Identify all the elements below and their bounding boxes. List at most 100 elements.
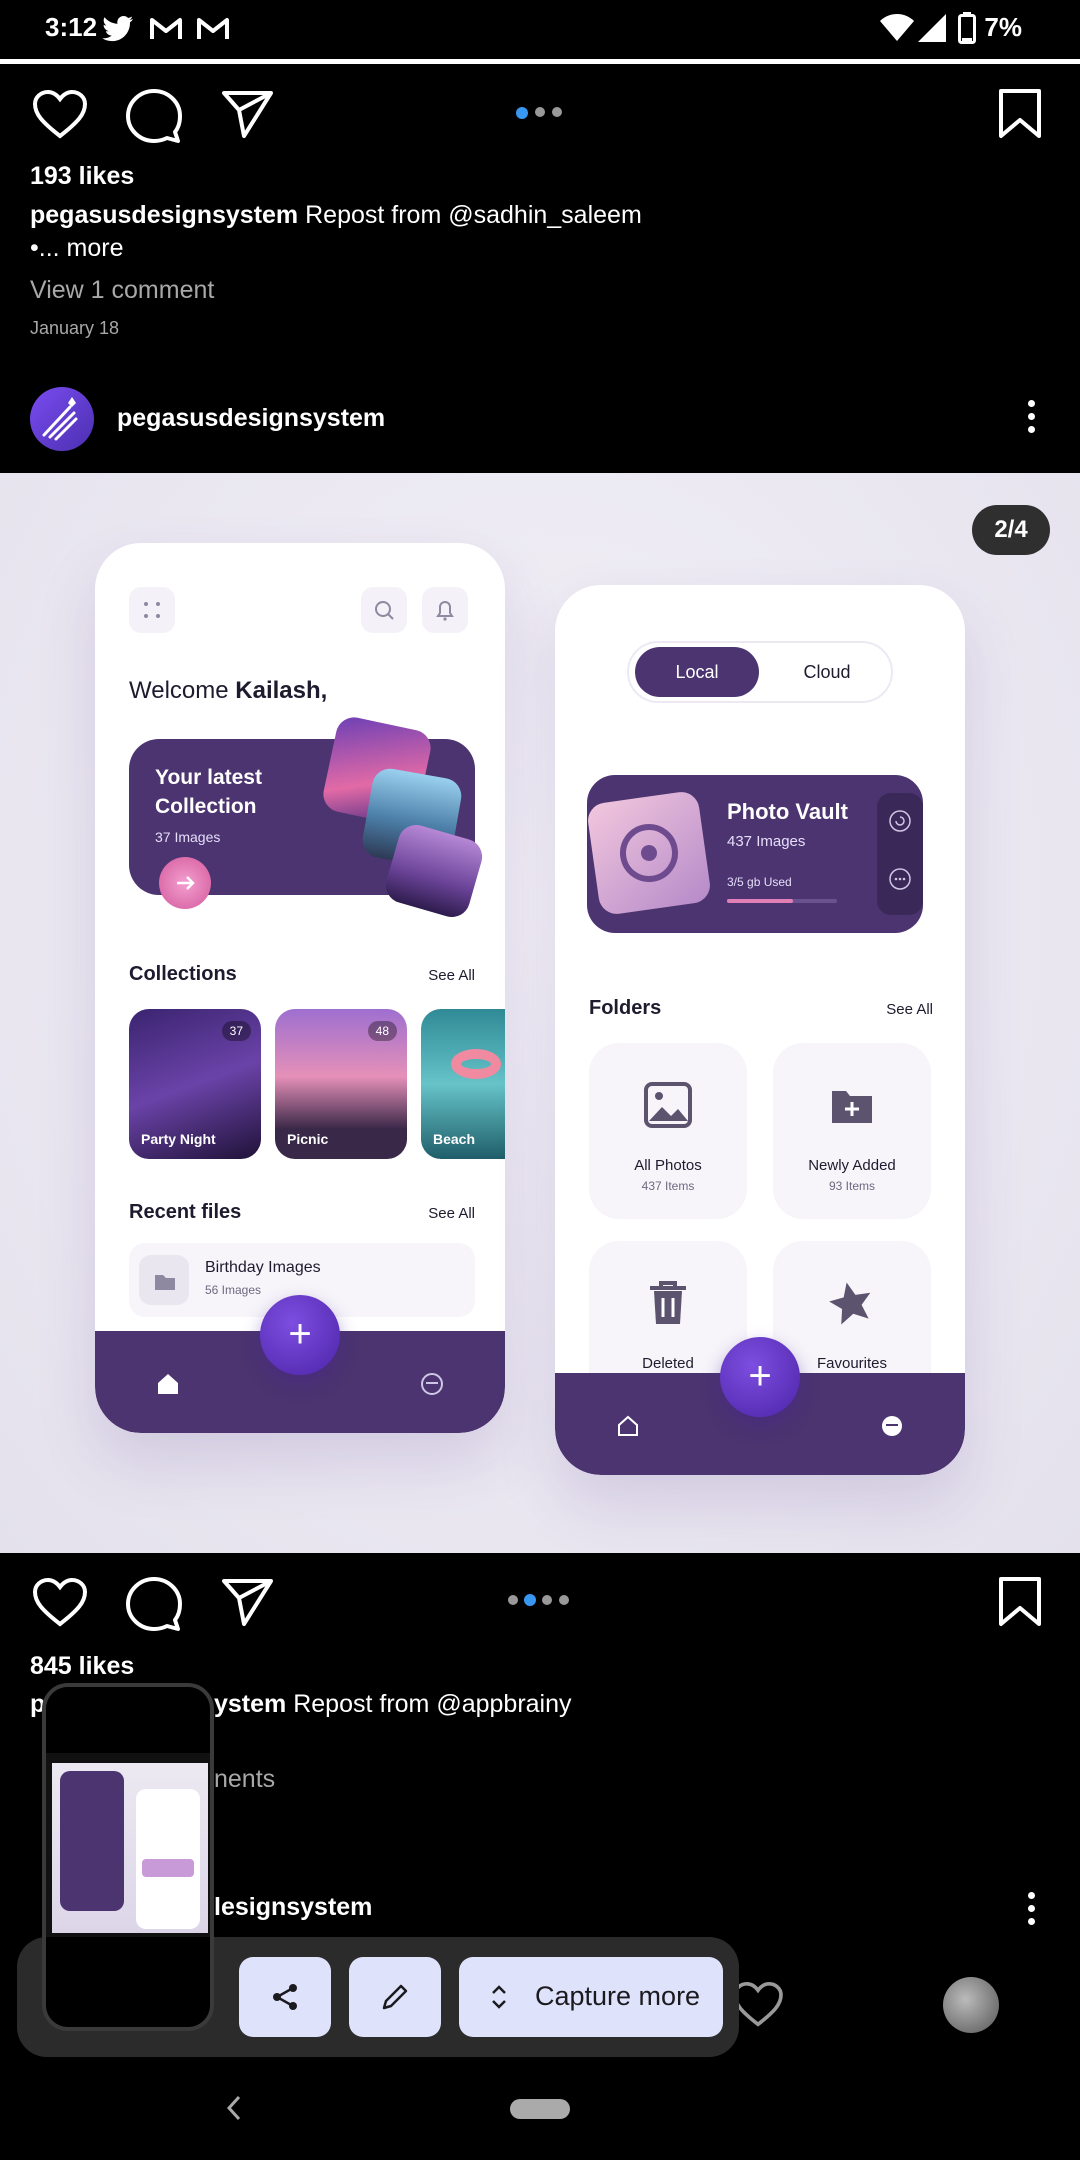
folder-add-icon xyxy=(832,1091,872,1123)
search-icon xyxy=(361,587,407,633)
refresh-icon xyxy=(889,810,911,832)
post-actions-bar xyxy=(0,1560,1080,1640)
view-comments-link[interactable]: nents xyxy=(214,1765,275,1794)
likes-count[interactable]: 845 likes xyxy=(30,1652,134,1681)
caption-text: Repost from @appbrainy xyxy=(293,1690,572,1718)
thumb-header xyxy=(46,1687,210,1753)
folder-tab-icon xyxy=(882,1416,902,1436)
pegasus-logo-icon xyxy=(42,397,78,441)
grid-menu-icon xyxy=(129,587,175,633)
post-author-row: pegasusdesignsystem xyxy=(0,374,1080,464)
welcome-text: Welcome Kailash, xyxy=(129,677,327,705)
comment-icon[interactable] xyxy=(126,88,182,144)
status-bar: 3:12 7% xyxy=(0,0,1080,58)
bookmark-icon[interactable] xyxy=(998,88,1042,140)
like-heart-icon[interactable] xyxy=(32,1578,88,1628)
more-options-icon[interactable] xyxy=(1028,1892,1036,1932)
comment-icon[interactable] xyxy=(126,1576,182,1632)
twitter-icon xyxy=(102,16,133,42)
carousel-dot xyxy=(535,107,545,117)
profile-avatar[interactable] xyxy=(943,1977,999,2033)
post-author-name[interactable]: pegasusdesignsystem xyxy=(117,404,385,433)
arrow-button-icon xyxy=(159,857,211,909)
folder-title: Newly Added xyxy=(808,1157,896,1174)
star-icon xyxy=(829,1282,871,1325)
vault-safe-icon xyxy=(585,789,713,917)
author-avatar[interactable] xyxy=(30,387,94,451)
folder-tab-icon xyxy=(421,1373,443,1395)
home-icon xyxy=(158,1374,178,1394)
thumb-footer xyxy=(46,1937,210,2027)
carousel-dot xyxy=(552,107,562,117)
caption-author[interactable]: pegasusdesignsystem xyxy=(30,201,298,229)
share-send-icon[interactable] xyxy=(222,90,274,138)
like-heart-icon[interactable] xyxy=(32,90,88,140)
expand-vertical-icon xyxy=(492,1985,506,2009)
image-icon xyxy=(644,1082,692,1128)
post-image[interactable]: 2/4 Welcome Kailash, Your latest Collect… xyxy=(0,473,1080,1553)
battery-icon xyxy=(958,12,976,44)
share-button[interactable] xyxy=(239,1957,331,2037)
recent-files-see-all: See All xyxy=(428,1205,475,1222)
recent-file-count: 56 Images xyxy=(205,1283,262,1297)
post-caption: pegasusdesignsystem Repost from @sadhin_… xyxy=(30,201,1030,230)
thumb-label: Beach xyxy=(433,1131,476,1147)
pencil-icon xyxy=(382,1984,408,2010)
collections-see-all: See All xyxy=(428,967,475,984)
thumb-label: Party Night xyxy=(141,1131,216,1147)
signal-icon xyxy=(918,14,946,42)
carousel-dot xyxy=(542,1595,552,1605)
share-icon xyxy=(273,1984,297,2010)
screenshot-thumbnail[interactable] xyxy=(42,1683,214,2031)
folders-see-all: See All xyxy=(886,1001,933,1018)
thumb-mock-phone xyxy=(60,1771,124,1911)
more-options-icon[interactable] xyxy=(1028,400,1036,440)
bookmark-icon[interactable] xyxy=(998,1576,1042,1628)
likes-count[interactable]: 193 likes xyxy=(30,162,134,191)
vault-usage-fill xyxy=(727,899,793,903)
vault-count: 437 Images xyxy=(727,833,806,850)
folder-sub: 93 Items xyxy=(828,1179,876,1193)
share-send-icon[interactable] xyxy=(222,1578,274,1626)
thumb-label: Picnic xyxy=(287,1131,329,1147)
edit-button[interactable] xyxy=(349,1957,441,2037)
card-title-line2: Collection xyxy=(155,795,257,818)
thumb-image xyxy=(52,1763,208,1933)
mock-phone-vault: Local Cloud Photo Vault 437 Images 3/5 g… xyxy=(555,585,965,1475)
battery-percent: 7% xyxy=(984,12,1022,42)
collection-card-title: Your latest Collection xyxy=(155,763,262,821)
folder-card: All Photos 437 Items xyxy=(589,1043,747,1219)
local-cloud-toggle: Local Cloud xyxy=(627,641,893,703)
recent-files-heading: Recent files xyxy=(129,1201,242,1223)
wifi-icon xyxy=(880,14,914,41)
collection-card-count: 37 Images xyxy=(155,829,221,845)
carousel-dot-active xyxy=(524,1594,536,1606)
vault-usage-bar xyxy=(727,899,837,903)
home-gesture-pill[interactable] xyxy=(510,2099,570,2119)
capture-more-label: Capture more xyxy=(535,1981,701,2011)
vault-side-actions xyxy=(877,793,923,915)
home-icon xyxy=(618,1415,638,1436)
view-comments-link[interactable]: View 1 comment xyxy=(30,276,214,305)
mock-add-button: + xyxy=(720,1337,800,1417)
capture-more-button[interactable]: Capture more xyxy=(459,1957,723,2037)
caption-more-link[interactable]: •... more xyxy=(30,234,124,263)
carousel-dot xyxy=(559,1595,569,1605)
activity-heart-icon[interactable] xyxy=(732,1982,784,2028)
welcome-prefix: Welcome xyxy=(129,677,236,704)
carousel-dot-active xyxy=(516,107,528,119)
more-icon xyxy=(889,868,911,890)
collection-thumb: 48 Picnic xyxy=(275,1009,407,1159)
back-icon[interactable] xyxy=(226,2094,242,2122)
next-post-author[interactable]: lesignsystem xyxy=(214,1893,372,1922)
flamingo-float xyxy=(451,1049,501,1079)
mock-phone-home: Welcome Kailash, Your latest Collection … xyxy=(95,543,505,1433)
caption-author-tail[interactable]: ystem xyxy=(214,1690,286,1718)
photo-vault-card: Photo Vault 437 Images 3/5 gb Used xyxy=(585,775,923,933)
latest-collection-card: Your latest Collection 37 Images xyxy=(129,714,487,922)
post-actions-bar xyxy=(0,72,1080,152)
collections-heading: Collections xyxy=(129,963,237,985)
thumb-badge: 48 xyxy=(367,1021,397,1041)
recent-file-title: Birthday Images xyxy=(205,1259,321,1276)
carousel-counter: 2/4 xyxy=(972,505,1050,555)
